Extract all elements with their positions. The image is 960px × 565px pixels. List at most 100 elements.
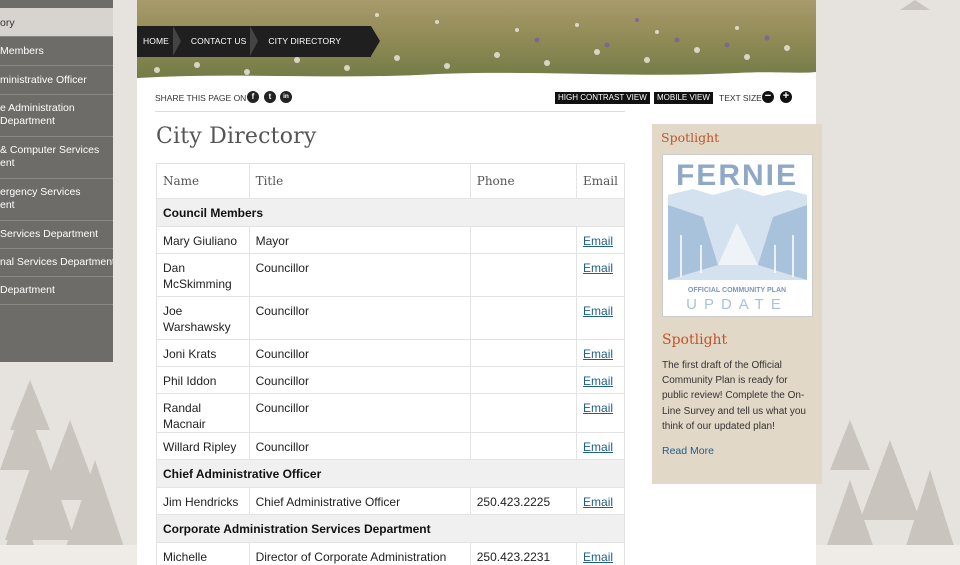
linkedin-icon[interactable]: in [280,91,292,103]
sidebar-item-label: ergency Services [0,186,81,198]
group-row: Corporate Administration Services Depart… [156,514,625,543]
table-row: Willard Ripley Councillor Email [156,432,625,460]
text-size-decrease-icon[interactable]: − [762,91,774,103]
breadcrumb: HOME CONTACT US CITY DIRECTORY [137,26,381,57]
logo-brand: FERNIE [676,159,798,192]
sidebar-item-corporate-admin[interactable]: e Administration Department [0,95,113,137]
cell-name: Mary Giuliano [156,226,250,254]
email-link[interactable]: Email [583,304,613,318]
sidebar-item-council[interactable]: Members [0,37,113,66]
spotlight-text: The first draft of the Official Communit… [662,360,806,432]
high-contrast-button[interactable]: HIGH CONTRAST VIEW [555,92,650,104]
cell-phone: 250.423.2225 [469,487,578,515]
sidebar-item-operational-services[interactable]: nal Services Department [0,249,113,277]
cell-title: Councillor [248,393,471,433]
twitter-icon[interactable]: t [264,91,276,103]
email-link[interactable]: Email [583,261,613,275]
sidebar-item-label: e Administration [0,102,75,114]
column-header-title: Title [248,163,471,199]
table-row: Randal Macnair Councillor Email [156,393,625,433]
cell-title: Councillor [248,339,471,367]
email-link[interactable]: Email [583,347,613,361]
cell-title: Councillor [248,432,471,460]
sidebar-item-cao[interactable]: ministrative Officer [0,66,113,95]
cell-title: Director of Corporate Administration Ser… [248,542,471,565]
sidebar-item-label: ory [0,17,15,29]
ocp-update-image[interactable]: FERNIE OFFICIAL COMMUNITY PLAN UPDATE [662,154,813,317]
breadcrumb-arrow [371,26,381,56]
cell-name: Jim Hendricks [156,487,250,515]
table-row: Michelle Martineau Director of Corporate… [156,542,625,565]
email-link[interactable]: Email [583,440,613,454]
cell-title: Councillor [248,253,471,297]
table-header-row: Name Title Phone Email [156,163,625,199]
sidebar-item-label: Services Department [0,228,99,240]
cell-name: Michelle Martineau [156,542,250,565]
spotlight-heading: Spotlight [661,130,720,145]
sidebar-nav: ory Members ministrative Officer e Admin… [0,0,113,362]
directory-table: Name Title Phone Email Council Members M… [156,163,625,565]
table-row: Mary Giuliano Mayor Email [156,226,625,254]
mobile-view-button[interactable]: MOBILE VIEW [654,92,713,104]
email-link[interactable]: Email [583,401,613,415]
group-heading: Chief Administrative Officer [156,459,625,488]
sidebar-item-services[interactable]: Services Department [0,221,113,249]
page-toolbar: SHARE THIS PAGE ON f t in HIGH CONTRAST … [137,86,816,110]
logo-update: UPDATE [686,296,788,313]
email-link[interactable]: Email [583,550,613,564]
cell-phone [469,393,578,433]
sidebar-item-emergency-services[interactable]: ergency Services ent [0,179,113,221]
column-header-phone: Phone [469,163,578,199]
email-link[interactable]: Email [583,234,613,248]
breadcrumb-contact[interactable]: CONTACT US [181,26,259,57]
cell-phone: 250.423.2231 [469,542,578,565]
sidebar-item-computer-services[interactable]: & Computer Services ent [0,137,113,179]
sidebar-item-label: nal Services Department [0,256,113,268]
email-link[interactable]: Email [583,374,613,388]
cell-name: Willard Ripley [156,432,250,460]
cell-name: Randal Macnair [156,393,250,433]
page-title: City Directory [156,124,317,149]
table-row: Phil Iddon Councillor Email [156,366,625,394]
group-heading: Council Members [156,198,625,227]
fernie-logo-icon: FERNIE OFFICIAL COMMUNITY PLAN UPDATE [663,155,812,316]
spotlight-panel: Spotlight FERNIE OFFICIAL COMMUNITY PLAN… [652,124,822,484]
read-more-link[interactable]: Read More [662,445,714,457]
breadcrumb-home[interactable]: HOME [137,26,181,57]
sidebar-item-label: Department [0,284,55,296]
spotlight-subheading: Spotlight [662,332,728,348]
breadcrumb-current: CITY DIRECTORY [268,36,342,46]
cell-title: Councillor [248,366,471,394]
facebook-icon[interactable]: f [247,91,259,103]
table-row: Dan McSkimming Councillor Email [156,253,625,297]
column-header-name: Name [156,163,250,199]
cell-phone [469,432,578,460]
group-heading: Corporate Administration Services Depart… [156,514,625,543]
table-row: Joni Krats Councillor Email [156,339,625,367]
sidebar-item-label: Department [0,115,55,127]
share-label: SHARE THIS PAGE ON [155,93,247,103]
cell-name: Joni Krats [156,339,250,367]
cell-title: Chief Administrative Officer [248,487,471,515]
text-size-label: TEXT SIZE [719,93,762,103]
cell-phone [469,296,578,340]
table-row: Jim Hendricks Chief Administrative Offic… [156,487,625,515]
email-link[interactable]: Email [583,495,613,509]
text-size-increase-icon[interactable]: + [780,91,792,103]
divider [155,111,625,112]
group-row: Council Members [156,198,625,227]
sidebar-item-department[interactable]: Department [0,277,113,305]
cell-phone [469,339,578,367]
cell-phone [469,253,578,297]
sidebar-item-label: ent [0,157,15,169]
group-row: Chief Administrative Officer [156,459,625,488]
cell-title: Councillor [248,296,471,340]
cell-phone [469,366,578,394]
sidebar-item-label: & Computer Services [0,144,100,156]
header-banner: HOME CONTACT US CITY DIRECTORY [137,0,816,82]
cell-phone [469,226,578,254]
sidebar-item-directory[interactable]: ory [0,8,113,37]
cell-title: Mayor [248,226,471,254]
table-row: Joe Warshawsky Councillor Email [156,296,625,340]
sidebar-item-label: Members [0,45,44,57]
